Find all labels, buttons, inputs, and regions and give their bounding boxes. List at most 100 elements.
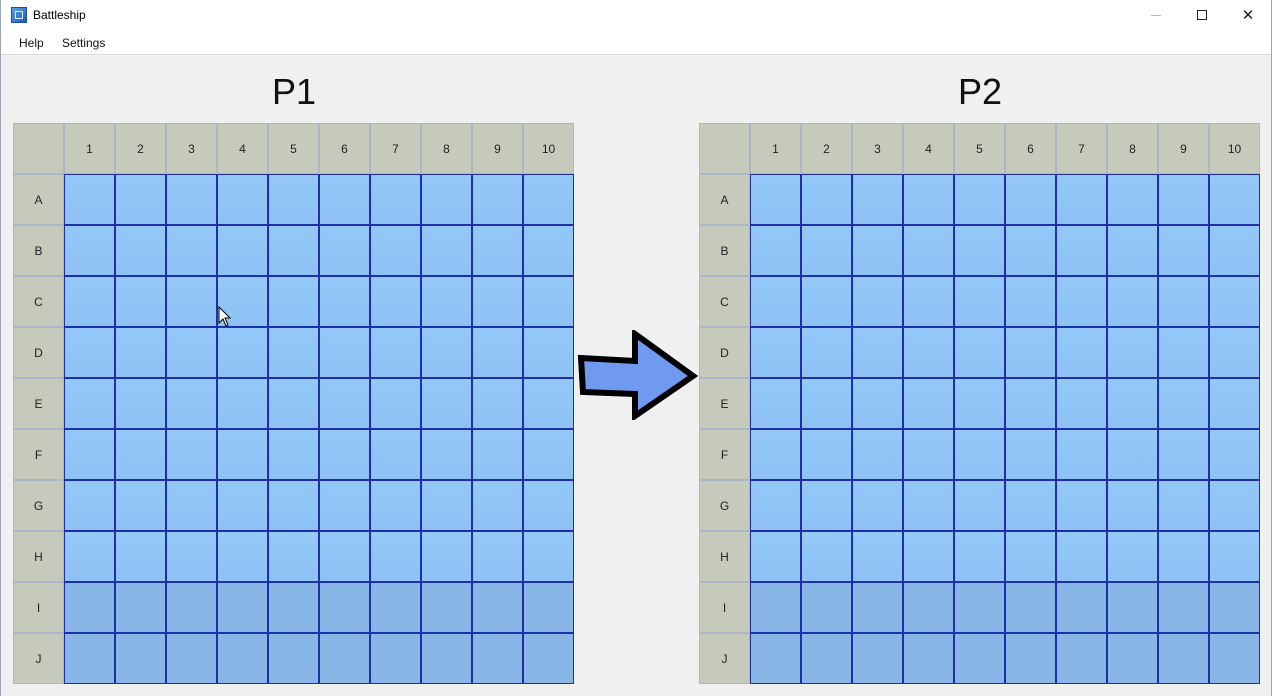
p1-cell-H4[interactable]: [217, 531, 268, 582]
p1-cell-H10[interactable]: [523, 531, 574, 582]
p2-cell-I4[interactable]: [903, 582, 954, 633]
p1-cell-D8[interactable]: [421, 327, 472, 378]
p1-cell-E4[interactable]: [217, 378, 268, 429]
p2-cell-B10[interactable]: [1209, 225, 1260, 276]
p1-cell-F8[interactable]: [421, 429, 472, 480]
p1-cell-I9[interactable]: [472, 582, 523, 633]
p2-cell-D8[interactable]: [1107, 327, 1158, 378]
p2-cell-G1[interactable]: [750, 480, 801, 531]
p1-cell-E6[interactable]: [319, 378, 370, 429]
title-bar[interactable]: Battleship ✕: [1, 0, 1271, 30]
p1-cell-D9[interactable]: [472, 327, 523, 378]
p2-cell-B4[interactable]: [903, 225, 954, 276]
p1-cell-D7[interactable]: [370, 327, 421, 378]
p1-cell-B9[interactable]: [472, 225, 523, 276]
p2-cell-H3[interactable]: [852, 531, 903, 582]
p2-cell-A9[interactable]: [1158, 174, 1209, 225]
p2-cell-F1[interactable]: [750, 429, 801, 480]
p2-cell-A2[interactable]: [801, 174, 852, 225]
p1-cell-G8[interactable]: [421, 480, 472, 531]
p1-cell-H9[interactable]: [472, 531, 523, 582]
p2-cell-A6[interactable]: [1005, 174, 1056, 225]
p1-cell-J3[interactable]: [166, 633, 217, 684]
p1-cell-B8[interactable]: [421, 225, 472, 276]
p2-cell-B8[interactable]: [1107, 225, 1158, 276]
p1-cell-C10[interactable]: [523, 276, 574, 327]
p1-cell-D5[interactable]: [268, 327, 319, 378]
p2-cell-D6[interactable]: [1005, 327, 1056, 378]
p2-cell-J6[interactable]: [1005, 633, 1056, 684]
p2-cell-E7[interactable]: [1056, 378, 1107, 429]
minimize-button[interactable]: [1133, 0, 1179, 30]
p2-cell-D1[interactable]: [750, 327, 801, 378]
close-button[interactable]: ✕: [1225, 0, 1271, 30]
p1-cell-C8[interactable]: [421, 276, 472, 327]
p2-cell-E3[interactable]: [852, 378, 903, 429]
p1-cell-G9[interactable]: [472, 480, 523, 531]
p1-cell-J7[interactable]: [370, 633, 421, 684]
p1-cell-D2[interactable]: [115, 327, 166, 378]
p1-cell-F1[interactable]: [64, 429, 115, 480]
p1-cell-J8[interactable]: [421, 633, 472, 684]
p2-cell-G10[interactable]: [1209, 480, 1260, 531]
p1-cell-E5[interactable]: [268, 378, 319, 429]
p2-cell-G5[interactable]: [954, 480, 1005, 531]
p1-cell-B6[interactable]: [319, 225, 370, 276]
p2-cell-G8[interactable]: [1107, 480, 1158, 531]
p1-cell-C3[interactable]: [166, 276, 217, 327]
p1-cell-A5[interactable]: [268, 174, 319, 225]
p2-cell-I3[interactable]: [852, 582, 903, 633]
p1-cell-H8[interactable]: [421, 531, 472, 582]
p2-cell-I10[interactable]: [1209, 582, 1260, 633]
p2-cell-B3[interactable]: [852, 225, 903, 276]
p2-cell-F2[interactable]: [801, 429, 852, 480]
p1-cell-J1[interactable]: [64, 633, 115, 684]
p1-cell-I6[interactable]: [319, 582, 370, 633]
p1-cell-I7[interactable]: [370, 582, 421, 633]
p1-cell-D3[interactable]: [166, 327, 217, 378]
p2-cell-I8[interactable]: [1107, 582, 1158, 633]
p2-cell-G2[interactable]: [801, 480, 852, 531]
p1-cell-H7[interactable]: [370, 531, 421, 582]
p1-cell-E2[interactable]: [115, 378, 166, 429]
p2-cell-B5[interactable]: [954, 225, 1005, 276]
p1-cell-H6[interactable]: [319, 531, 370, 582]
p2-cell-D2[interactable]: [801, 327, 852, 378]
p2-cell-D9[interactable]: [1158, 327, 1209, 378]
p2-cell-H10[interactable]: [1209, 531, 1260, 582]
p1-cell-B10[interactable]: [523, 225, 574, 276]
p2-cell-A1[interactable]: [750, 174, 801, 225]
p2-cell-B7[interactable]: [1056, 225, 1107, 276]
p2-cell-C9[interactable]: [1158, 276, 1209, 327]
p2-cell-B6[interactable]: [1005, 225, 1056, 276]
p1-cell-G7[interactable]: [370, 480, 421, 531]
p1-cell-B1[interactable]: [64, 225, 115, 276]
p1-cell-I8[interactable]: [421, 582, 472, 633]
p1-cell-D4[interactable]: [217, 327, 268, 378]
p1-cell-E7[interactable]: [370, 378, 421, 429]
p2-cell-G9[interactable]: [1158, 480, 1209, 531]
p1-cell-H5[interactable]: [268, 531, 319, 582]
p2-cell-D4[interactable]: [903, 327, 954, 378]
p2-cell-C8[interactable]: [1107, 276, 1158, 327]
p1-cell-J10[interactable]: [523, 633, 574, 684]
p1-cell-F10[interactable]: [523, 429, 574, 480]
p2-cell-B9[interactable]: [1158, 225, 1209, 276]
p1-cell-C9[interactable]: [472, 276, 523, 327]
p1-cell-C2[interactable]: [115, 276, 166, 327]
p1-cell-F5[interactable]: [268, 429, 319, 480]
p2-cell-J7[interactable]: [1056, 633, 1107, 684]
p2-cell-H2[interactable]: [801, 531, 852, 582]
p2-cell-F3[interactable]: [852, 429, 903, 480]
p1-cell-B3[interactable]: [166, 225, 217, 276]
p1-cell-D1[interactable]: [64, 327, 115, 378]
p2-cell-E5[interactable]: [954, 378, 1005, 429]
p1-cell-A1[interactable]: [64, 174, 115, 225]
p1-cell-J5[interactable]: [268, 633, 319, 684]
p1-cell-J9[interactable]: [472, 633, 523, 684]
p1-cell-G6[interactable]: [319, 480, 370, 531]
p1-cell-F7[interactable]: [370, 429, 421, 480]
p1-cell-H1[interactable]: [64, 531, 115, 582]
p1-cell-A4[interactable]: [217, 174, 268, 225]
p2-cell-I5[interactable]: [954, 582, 1005, 633]
